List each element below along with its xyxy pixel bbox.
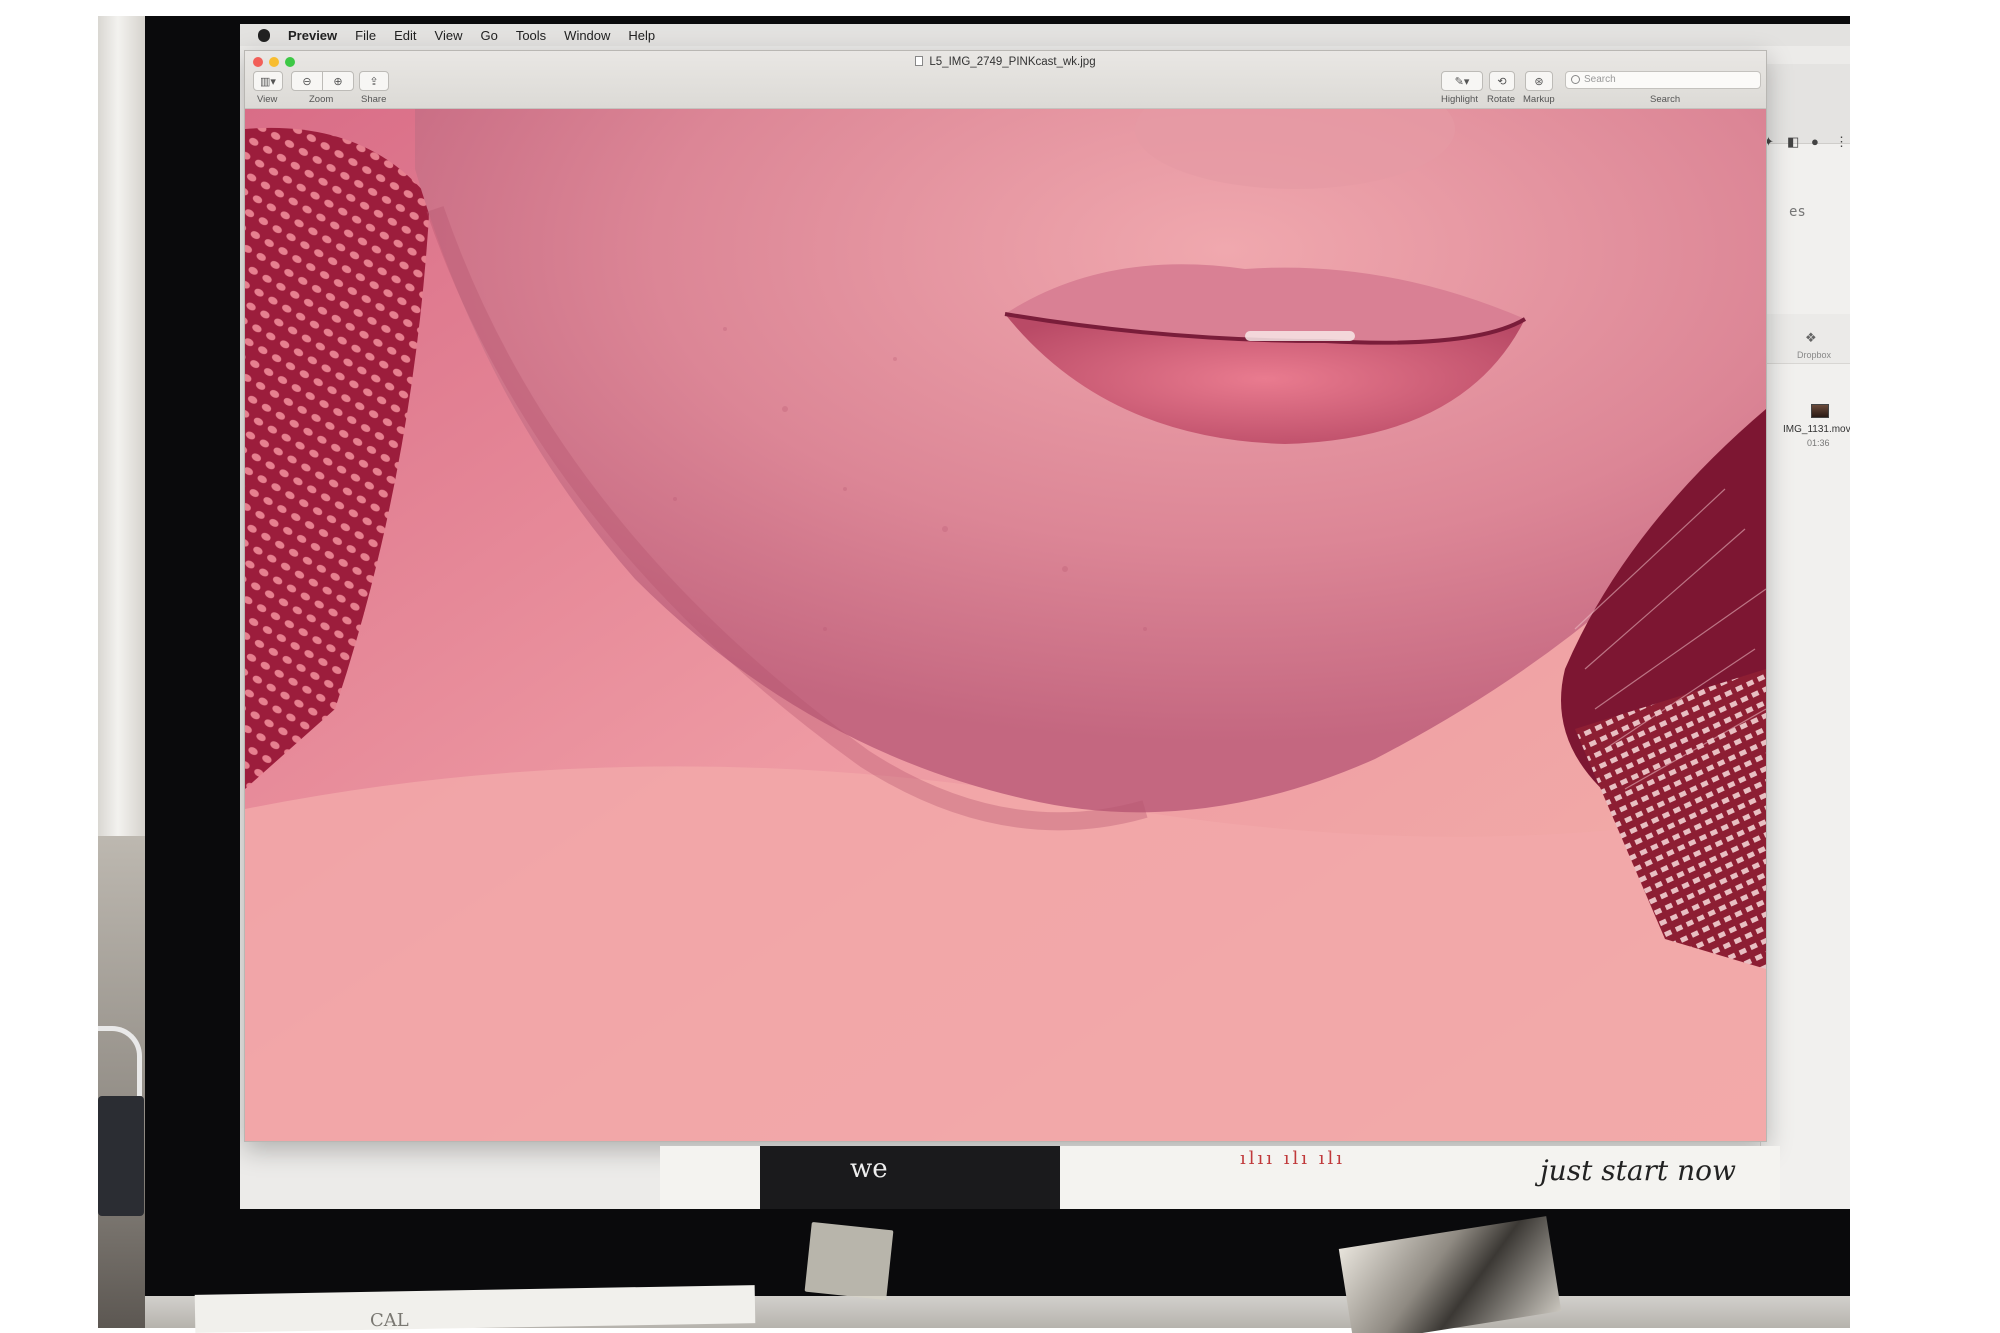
share-icon: ⇪ [369, 75, 379, 88]
masking-tape [804, 1221, 894, 1301]
dropbox-label: Dropbox [1797, 350, 1832, 360]
displayed-photo[interactable] [245, 109, 1766, 1141]
zoom-in-button[interactable]: ⊕ [322, 71, 354, 91]
search-icon [1571, 75, 1580, 84]
menu-window[interactable]: Window [564, 28, 610, 43]
menu-bar: Preview File Edit View Go Tools Window H… [240, 24, 1850, 46]
menu-edit[interactable]: Edit [394, 28, 416, 43]
document-icon [915, 56, 924, 66]
cable [98, 1026, 142, 1096]
desktop-text-just-start-now: just start now [1540, 1154, 1736, 1187]
zoom-in-icon: ⊕ [333, 75, 343, 88]
markup-button[interactable]: ⊛ [1525, 71, 1553, 91]
zoom-label: Zoom [309, 94, 334, 105]
view-menu-button[interactable]: ▥▾ [253, 71, 283, 91]
sidebar-view-icon: ▥▾ [260, 75, 276, 88]
paper-note-scribble: CAL [370, 1310, 409, 1331]
background-window-partial-text: es [1789, 204, 1806, 220]
desktop-dark-image [760, 1146, 1060, 1209]
video-file-thumbnail-icon[interactable] [1811, 404, 1829, 418]
preview-window: L5_IMG_2749_PINKcast_wk.jpg ▥▾ View ⊖ ⊕ … [244, 50, 1767, 1142]
menu-app-preview[interactable]: Preview [288, 28, 337, 43]
menu-view[interactable]: View [435, 28, 463, 43]
highlight-button[interactable]: ✎▾ [1441, 71, 1483, 91]
zoom-out-icon: ⊖ [302, 75, 312, 88]
lips-chin-photo-illustration [245, 109, 1766, 1141]
search-label: Search [1650, 94, 1681, 105]
power-strip [98, 1096, 144, 1216]
desktop-red-handwriting: ılıı ılı ılı [1240, 1148, 1346, 1169]
menu-tools[interactable]: Tools [516, 28, 546, 43]
avatar-icon[interactable]: ● [1811, 134, 1819, 149]
room-window-frame [98, 16, 148, 836]
menu-file[interactable]: File [355, 28, 376, 43]
file-duration: 01:36 [1807, 438, 1830, 448]
search-placeholder: Search [1584, 74, 1616, 85]
highlighter-icon: ✎▾ [1454, 75, 1470, 88]
menu-go[interactable]: Go [480, 28, 497, 43]
window-titlebar[interactable]: L5_IMG_2749_PINKcast_wk.jpg ▥▾ View ⊖ ⊕ … [245, 51, 1766, 109]
rotate-icon: ⟲ [1497, 75, 1507, 88]
dropbox-icon[interactable]: ❖ [1805, 330, 1817, 346]
search-input[interactable]: Search [1565, 71, 1761, 89]
background-window: ✦ ◧ ● ⋮ es ❖ Dropbox IMG_1131.mov 01:36 [1760, 64, 1850, 1209]
rotate-button[interactable]: ⟲ [1489, 71, 1515, 91]
zoom-out-button[interactable]: ⊖ [291, 71, 323, 91]
markup-label: Markup [1523, 94, 1555, 105]
background-window-toolbar: ✦ ◧ ● ⋮ [1761, 64, 1850, 149]
document-title-text: L5_IMG_2749_PINKcast_wk.jpg [929, 56, 1096, 68]
highlight-label: Highlight [1441, 94, 1478, 105]
share-label: Share [361, 94, 387, 105]
more-icon[interactable]: ⋮ [1835, 134, 1848, 150]
desktop-text-we: we [850, 1154, 888, 1184]
share-button[interactable]: ⇪ [359, 71, 389, 91]
sidebar-toggle-icon[interactable]: ◧ [1787, 134, 1799, 150]
apple-icon[interactable] [258, 28, 270, 42]
markup-icon: ⊛ [1534, 75, 1544, 88]
view-label: View [257, 94, 278, 105]
document-title: L5_IMG_2749_PINKcast_wk.jpg [245, 56, 1766, 68]
file-name[interactable]: IMG_1131.mov [1783, 424, 1850, 435]
rotate-label: Rotate [1487, 94, 1515, 105]
menu-help[interactable]: Help [628, 28, 655, 43]
monitor-screen: Preview File Edit View Go Tools Window H… [240, 24, 1850, 1209]
